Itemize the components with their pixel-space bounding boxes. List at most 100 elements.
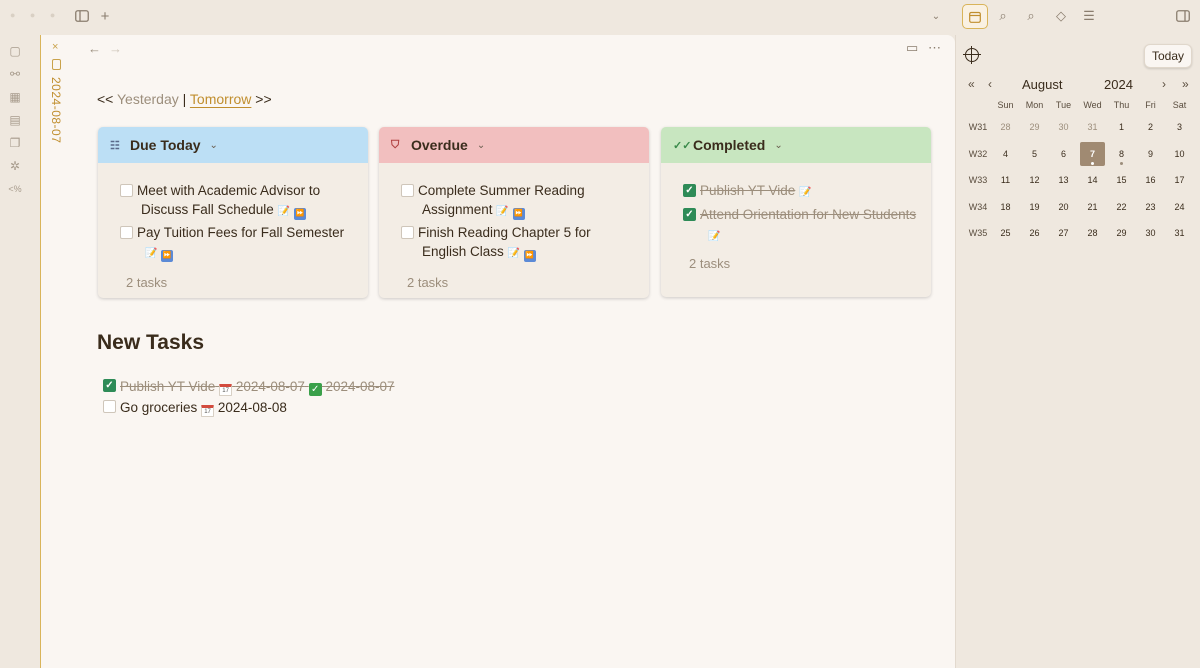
next-year-icon[interactable]: » bbox=[1182, 77, 1189, 91]
calendar-day[interactable]: 31 bbox=[1080, 115, 1105, 139]
command-icon[interactable]: <% bbox=[6, 180, 24, 198]
calendar-day[interactable]: 22 bbox=[1109, 195, 1134, 219]
week-number[interactable]: W31 bbox=[964, 122, 992, 132]
calendar-day[interactable]: 25 bbox=[993, 221, 1018, 245]
checklist-icon: ☷ bbox=[110, 139, 120, 152]
calendar-day[interactable]: 30 bbox=[1051, 115, 1076, 139]
more-options-icon[interactable]: ⋯ bbox=[928, 40, 942, 56]
task-checkbox-checked[interactable]: ✓ bbox=[683, 208, 696, 221]
window-controls[interactable]: ● ● ● bbox=[10, 10, 61, 20]
day-nav-separator: | bbox=[182, 91, 187, 107]
calendar-day[interactable]: 27 bbox=[1051, 221, 1076, 245]
completed-header[interactable]: ✓✓ Completed ⌄ bbox=[661, 127, 931, 163]
task-text: Pay Tuition Fees for Fall Semester bbox=[137, 225, 345, 240]
calendar-view-icon[interactable] bbox=[962, 4, 988, 29]
new-tab-icon[interactable]: + bbox=[94, 5, 116, 27]
memo-icon: 📝 bbox=[799, 187, 812, 198]
overdue-header[interactable]: ⛉ Overdue ⌄ bbox=[379, 127, 649, 163]
plugin-icon[interactable]: ✲ bbox=[6, 157, 24, 175]
weekday-header: Thu bbox=[1113, 100, 1130, 110]
today-button[interactable]: Today bbox=[1144, 44, 1192, 68]
calendar-day[interactable]: 31 bbox=[1167, 221, 1192, 245]
outgoing-links-icon[interactable]: ⌕ bbox=[1020, 5, 1042, 27]
calendar-day[interactable]: 8 bbox=[1109, 142, 1134, 166]
week-number[interactable]: W35 bbox=[964, 228, 992, 238]
calendar-day[interactable]: 3 bbox=[1167, 115, 1192, 139]
back-arrow-icon[interactable]: ← bbox=[88, 41, 101, 56]
calendar-day[interactable]: 29 bbox=[1109, 221, 1134, 245]
calendar-day[interactable]: 16 bbox=[1138, 168, 1163, 192]
sidebar-toggle-icon[interactable] bbox=[71, 5, 93, 27]
calendar-day[interactable]: 18 bbox=[993, 195, 1018, 219]
calendar-day[interactable]: 13 bbox=[1051, 168, 1076, 192]
calendar-day[interactable]: 19 bbox=[1022, 195, 1047, 219]
weekday-header: Wed bbox=[1083, 100, 1102, 110]
templates-icon[interactable]: ❐ bbox=[6, 134, 24, 152]
note-pane: ← → ▭ ⋯ << Yesterday | Tomorrow >> ☷ Due… bbox=[70, 35, 955, 668]
task-checkbox[interactable] bbox=[103, 400, 116, 413]
calendar-day[interactable]: 11 bbox=[993, 168, 1018, 192]
calendar-day[interactable]: 29 bbox=[1022, 115, 1047, 139]
chevron-down-icon[interactable]: ⌄ bbox=[774, 140, 782, 151]
calendar-day[interactable]: 21 bbox=[1080, 195, 1105, 219]
graph-view-icon[interactable]: ⚯ bbox=[6, 65, 24, 83]
calendar-day[interactable]: 5 bbox=[1022, 142, 1047, 166]
outline-icon[interactable]: ☰ bbox=[1078, 5, 1100, 27]
calendar-day[interactable]: 6 bbox=[1051, 142, 1076, 166]
vertical-tab[interactable]: × 2024-08-07 bbox=[40, 35, 70, 668]
week-number[interactable]: W34 bbox=[964, 202, 992, 212]
calendar-year: 2024 bbox=[1104, 77, 1133, 92]
calendar-day[interactable]: 28 bbox=[1080, 221, 1105, 245]
calendar-day[interactable]: 10 bbox=[1167, 142, 1192, 166]
tomorrow-link[interactable]: Tomorrow bbox=[190, 91, 251, 107]
calendar-day[interactable]: 20 bbox=[1051, 195, 1076, 219]
close-tab-icon[interactable]: × bbox=[52, 41, 58, 53]
chevron-down-icon[interactable]: ⌄ bbox=[925, 5, 947, 27]
calendar-day[interactable]: 4 bbox=[993, 142, 1018, 166]
search-files-icon[interactable]: ▢ bbox=[6, 42, 24, 60]
week-number[interactable]: W32 bbox=[964, 149, 992, 159]
reading-view-icon[interactable]: ▭ bbox=[906, 40, 918, 56]
calendar-day[interactable]: 26 bbox=[1022, 221, 1047, 245]
tag-icon[interactable]: ◇ bbox=[1050, 5, 1072, 27]
task-text: Attend Orientation for New Students bbox=[700, 207, 917, 222]
chevron-down-icon[interactable]: ⌄ bbox=[477, 140, 485, 151]
crosshair-icon[interactable] bbox=[963, 46, 981, 64]
calendar-day[interactable]: 23 bbox=[1138, 195, 1163, 219]
calendar-day[interactable]: 12 bbox=[1022, 168, 1047, 192]
task-checkbox[interactable] bbox=[120, 184, 133, 197]
calendar-day[interactable]: 2 bbox=[1138, 115, 1163, 139]
fast-forward-icon: ⏩ bbox=[512, 208, 525, 220]
calendar-day[interactable]: 28 bbox=[993, 115, 1018, 139]
due-today-header[interactable]: ☷ Due Today ⌄ bbox=[98, 127, 368, 163]
calendar-day[interactable]: 7 bbox=[1080, 141, 1105, 166]
calendar-day[interactable]: 1 bbox=[1109, 115, 1134, 139]
task-checkbox[interactable] bbox=[120, 226, 133, 239]
task-checkbox-checked[interactable]: ✓ bbox=[683, 184, 696, 197]
chevron-down-icon[interactable]: ⌄ bbox=[210, 140, 218, 151]
task-checkbox-checked[interactable]: ✓ bbox=[103, 379, 116, 392]
weekday-header: Tue bbox=[1055, 100, 1072, 110]
calendar-day[interactable]: 15 bbox=[1109, 168, 1134, 192]
next-month-icon[interactable]: › bbox=[1162, 77, 1166, 91]
calendar-day[interactable]: 17 bbox=[1167, 168, 1192, 192]
prev-year-icon[interactable]: « bbox=[968, 77, 975, 91]
daily-note-icon[interactable]: ▤ bbox=[6, 111, 24, 129]
task-checkbox[interactable] bbox=[401, 226, 414, 239]
calendar-day[interactable]: 30 bbox=[1138, 221, 1163, 245]
prev-month-icon[interactable]: ‹ bbox=[988, 77, 992, 91]
task-checkbox[interactable] bbox=[401, 184, 414, 197]
calendar-day[interactable]: 24 bbox=[1167, 195, 1192, 219]
task-text: Finish Reading Chapter 5 for bbox=[418, 225, 591, 240]
link-search-icon[interactable]: ⌕ bbox=[992, 5, 1014, 27]
completed-date: 2024-08-07 bbox=[325, 379, 395, 394]
new-task-list: ✓ Publish YT Vide 17 2024-08-07 ✓ 2024-0… bbox=[103, 376, 395, 420]
yesterday-link[interactable]: Yesterday bbox=[117, 91, 179, 107]
forward-arrow-icon[interactable]: → bbox=[109, 41, 122, 56]
canvas-icon[interactable]: ▦ bbox=[6, 88, 24, 106]
week-number[interactable]: W33 bbox=[964, 175, 992, 185]
calendar-day[interactable]: 9 bbox=[1138, 142, 1163, 166]
calendar-day[interactable]: 14 bbox=[1080, 168, 1105, 192]
due-date: 2024-08-08 bbox=[217, 400, 287, 415]
right-sidebar-toggle-icon[interactable] bbox=[1172, 5, 1194, 27]
